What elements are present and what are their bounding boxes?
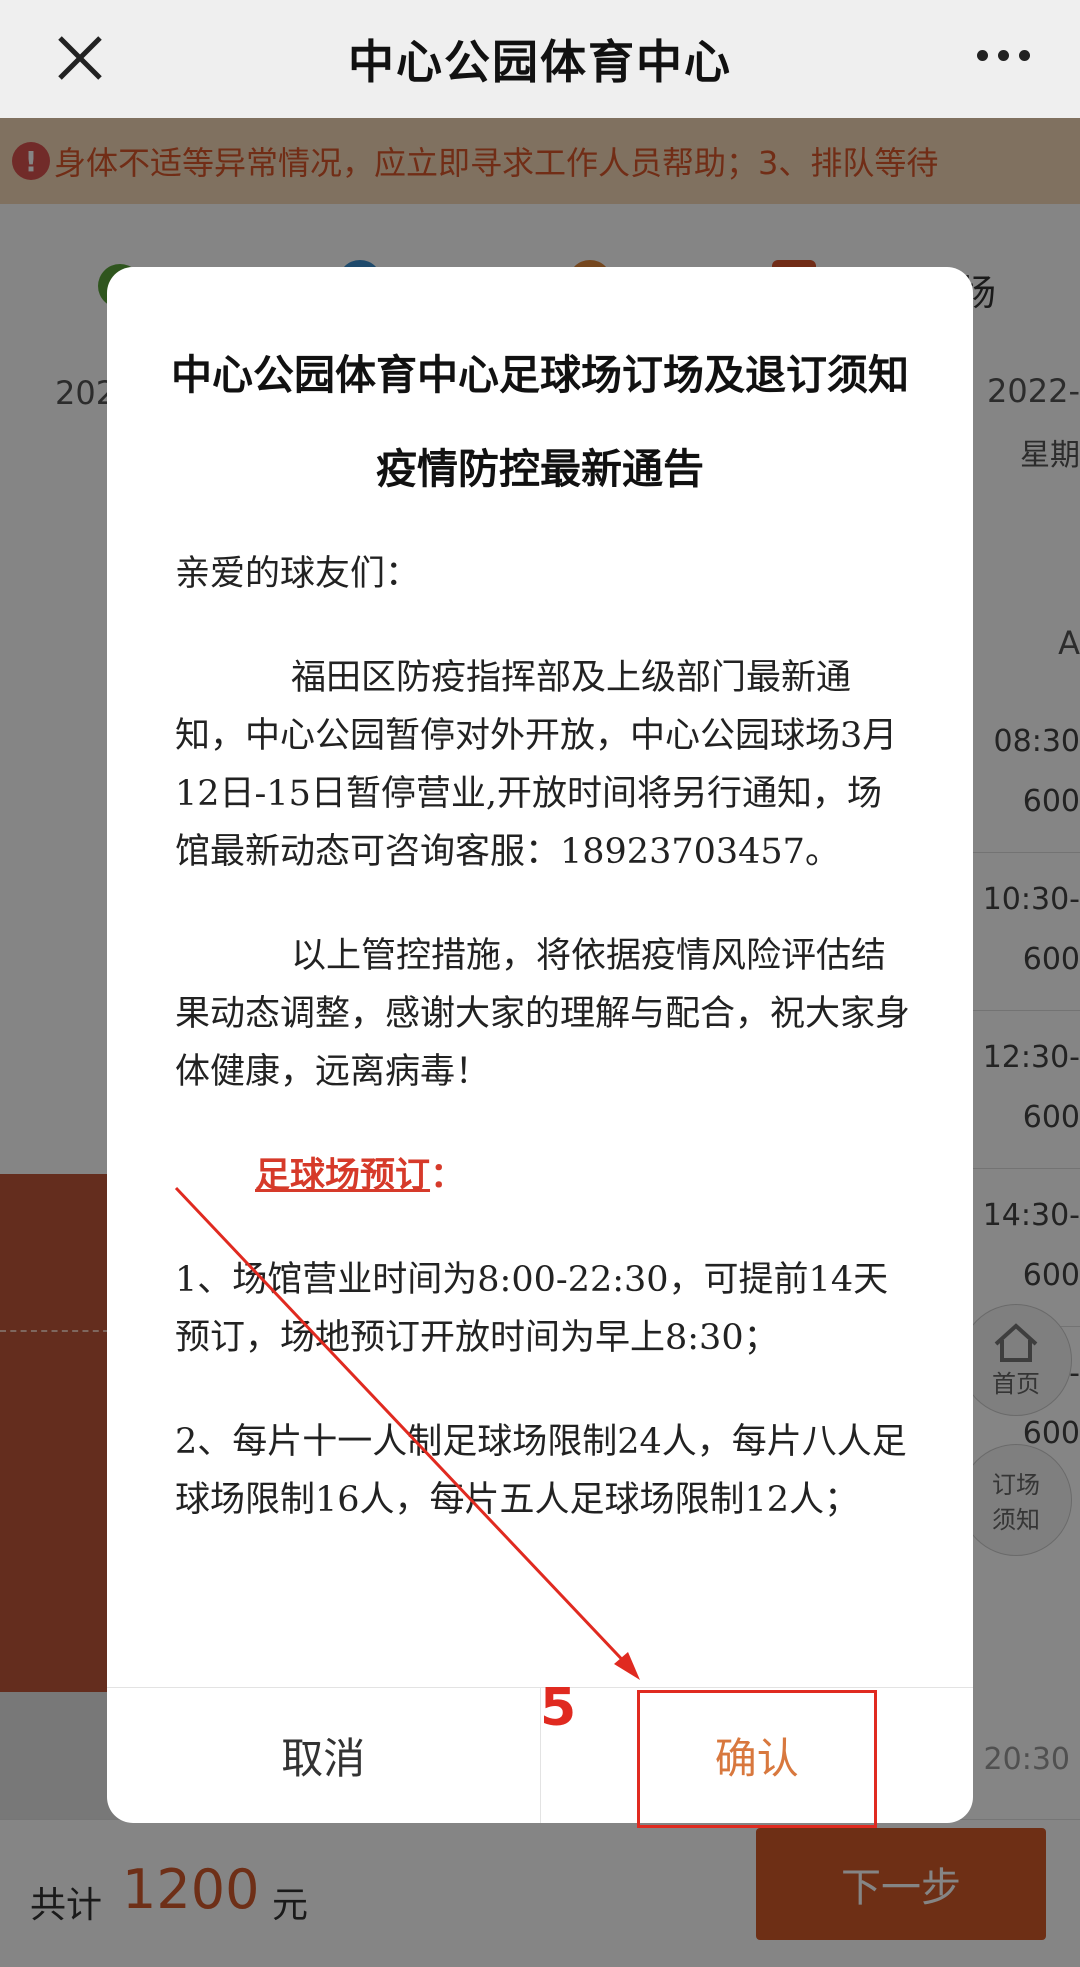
section-heading: 足球场预订： — [255, 1155, 466, 1196]
notice-paragraph-1: 福田区防疫指挥部及上级部门最新通知，中心公园暂停对外开放，中心公园球场3月12日… — [175, 658, 898, 872]
notice-dialog: 中心公园体育中心足球场订场及退订须知 疫情防控最新通告 亲爱的球友们： 福田区防… — [107, 267, 973, 1823]
rule-2: 2、每片十一人制足球场限制24人，每片八人足球场限制16人，每片五人足球场限制1… — [175, 1422, 907, 1520]
close-icon[interactable] — [52, 30, 108, 86]
nav-bar: 中心公园体育中心 — [0, 0, 1080, 118]
highlight-box — [637, 1690, 877, 1828]
step-number: 5 — [540, 1678, 577, 1738]
dialog-subtitle: 疫情防控最新通告 — [376, 445, 704, 493]
cancel-button[interactable]: 取消 — [107, 1688, 541, 1823]
rule-1: 1、场馆营业时间为8:00-22:30，可提前14天预订，场地预订开放时间为早上… — [175, 1260, 889, 1358]
notice-paragraph-2: 以上管控措施，将依据疫情风险评估结果动态调整，感谢大家的理解与配合，祝大家身体健… — [175, 936, 911, 1092]
dialog-body: 亲爱的球友们： 福田区防疫指挥部及上级部门最新通知，中心公园暂停对外开放，中心公… — [175, 545, 915, 1529]
page-title: 中心公园体育中心 — [348, 35, 732, 89]
dialog-title: 中心公园体育中心足球场订场及退订须知 — [171, 351, 909, 399]
greeting: 亲爱的球友们： — [175, 554, 421, 594]
more-icon[interactable] — [977, 50, 1030, 61]
